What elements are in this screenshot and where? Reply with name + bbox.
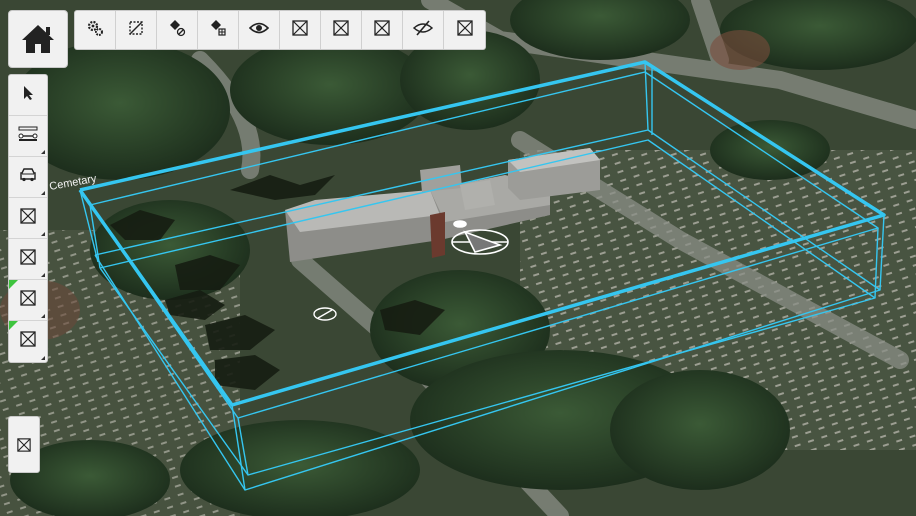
settings-button[interactable] [75, 11, 116, 49]
gears-icon [86, 19, 104, 42]
placeholder-box-icon [456, 19, 473, 41]
hide-button[interactable] [403, 11, 444, 49]
measure-button[interactable] [9, 116, 47, 157]
placeholder-box-icon [20, 248, 36, 270]
eye-slash-icon [412, 19, 434, 41]
visibility-button[interactable] [239, 11, 280, 49]
fill-remove-button[interactable] [157, 11, 198, 49]
eye-icon [248, 21, 270, 40]
active-flag [9, 321, 18, 330]
paint-bucket-remove-icon [168, 19, 186, 42]
placeholder-box-icon [17, 437, 31, 452]
vehicle-button[interactable] [9, 157, 47, 198]
cursor-arrow-icon [21, 85, 35, 106]
placeholder-box-icon [20, 207, 36, 229]
side-tool-6-button[interactable] [9, 280, 47, 321]
placeholder-box-icon [292, 19, 308, 41]
submenu-indicator [41, 191, 45, 195]
car-icon [19, 167, 37, 188]
bottom-tool-button[interactable] [8, 416, 40, 473]
placeholder-box-icon [333, 19, 349, 41]
side-tool-7-button[interactable] [9, 321, 47, 362]
submenu-indicator [41, 314, 45, 318]
select-button[interactable] [9, 75, 47, 116]
tool-10-button[interactable] [444, 11, 485, 49]
transparency-icon [127, 19, 145, 42]
fill-grid-button[interactable] [198, 11, 239, 49]
home-button[interactable] [8, 10, 68, 68]
home-icon [20, 23, 56, 55]
side-toolbar [8, 74, 48, 363]
tool-7-button[interactable] [321, 11, 362, 49]
placeholder-box-icon [374, 19, 390, 41]
paint-bucket-grid-icon [209, 19, 227, 42]
transparency-button[interactable] [116, 11, 157, 49]
map-viewport[interactable]: Cemetary [0, 0, 916, 516]
submenu-indicator [41, 232, 45, 236]
submenu-indicator [41, 150, 45, 154]
top-toolbar [74, 10, 486, 50]
side-tool-4-button[interactable] [9, 198, 47, 239]
measure-line-icon [18, 126, 38, 147]
submenu-indicator [41, 356, 45, 360]
tool-6-button[interactable] [280, 11, 321, 49]
submenu-indicator [41, 273, 45, 277]
placeholder-box-icon [20, 331, 36, 352]
placeholder-box-icon [20, 289, 36, 311]
active-flag [9, 280, 18, 289]
tool-8-button[interactable] [362, 11, 403, 49]
side-tool-5-button[interactable] [9, 239, 47, 280]
